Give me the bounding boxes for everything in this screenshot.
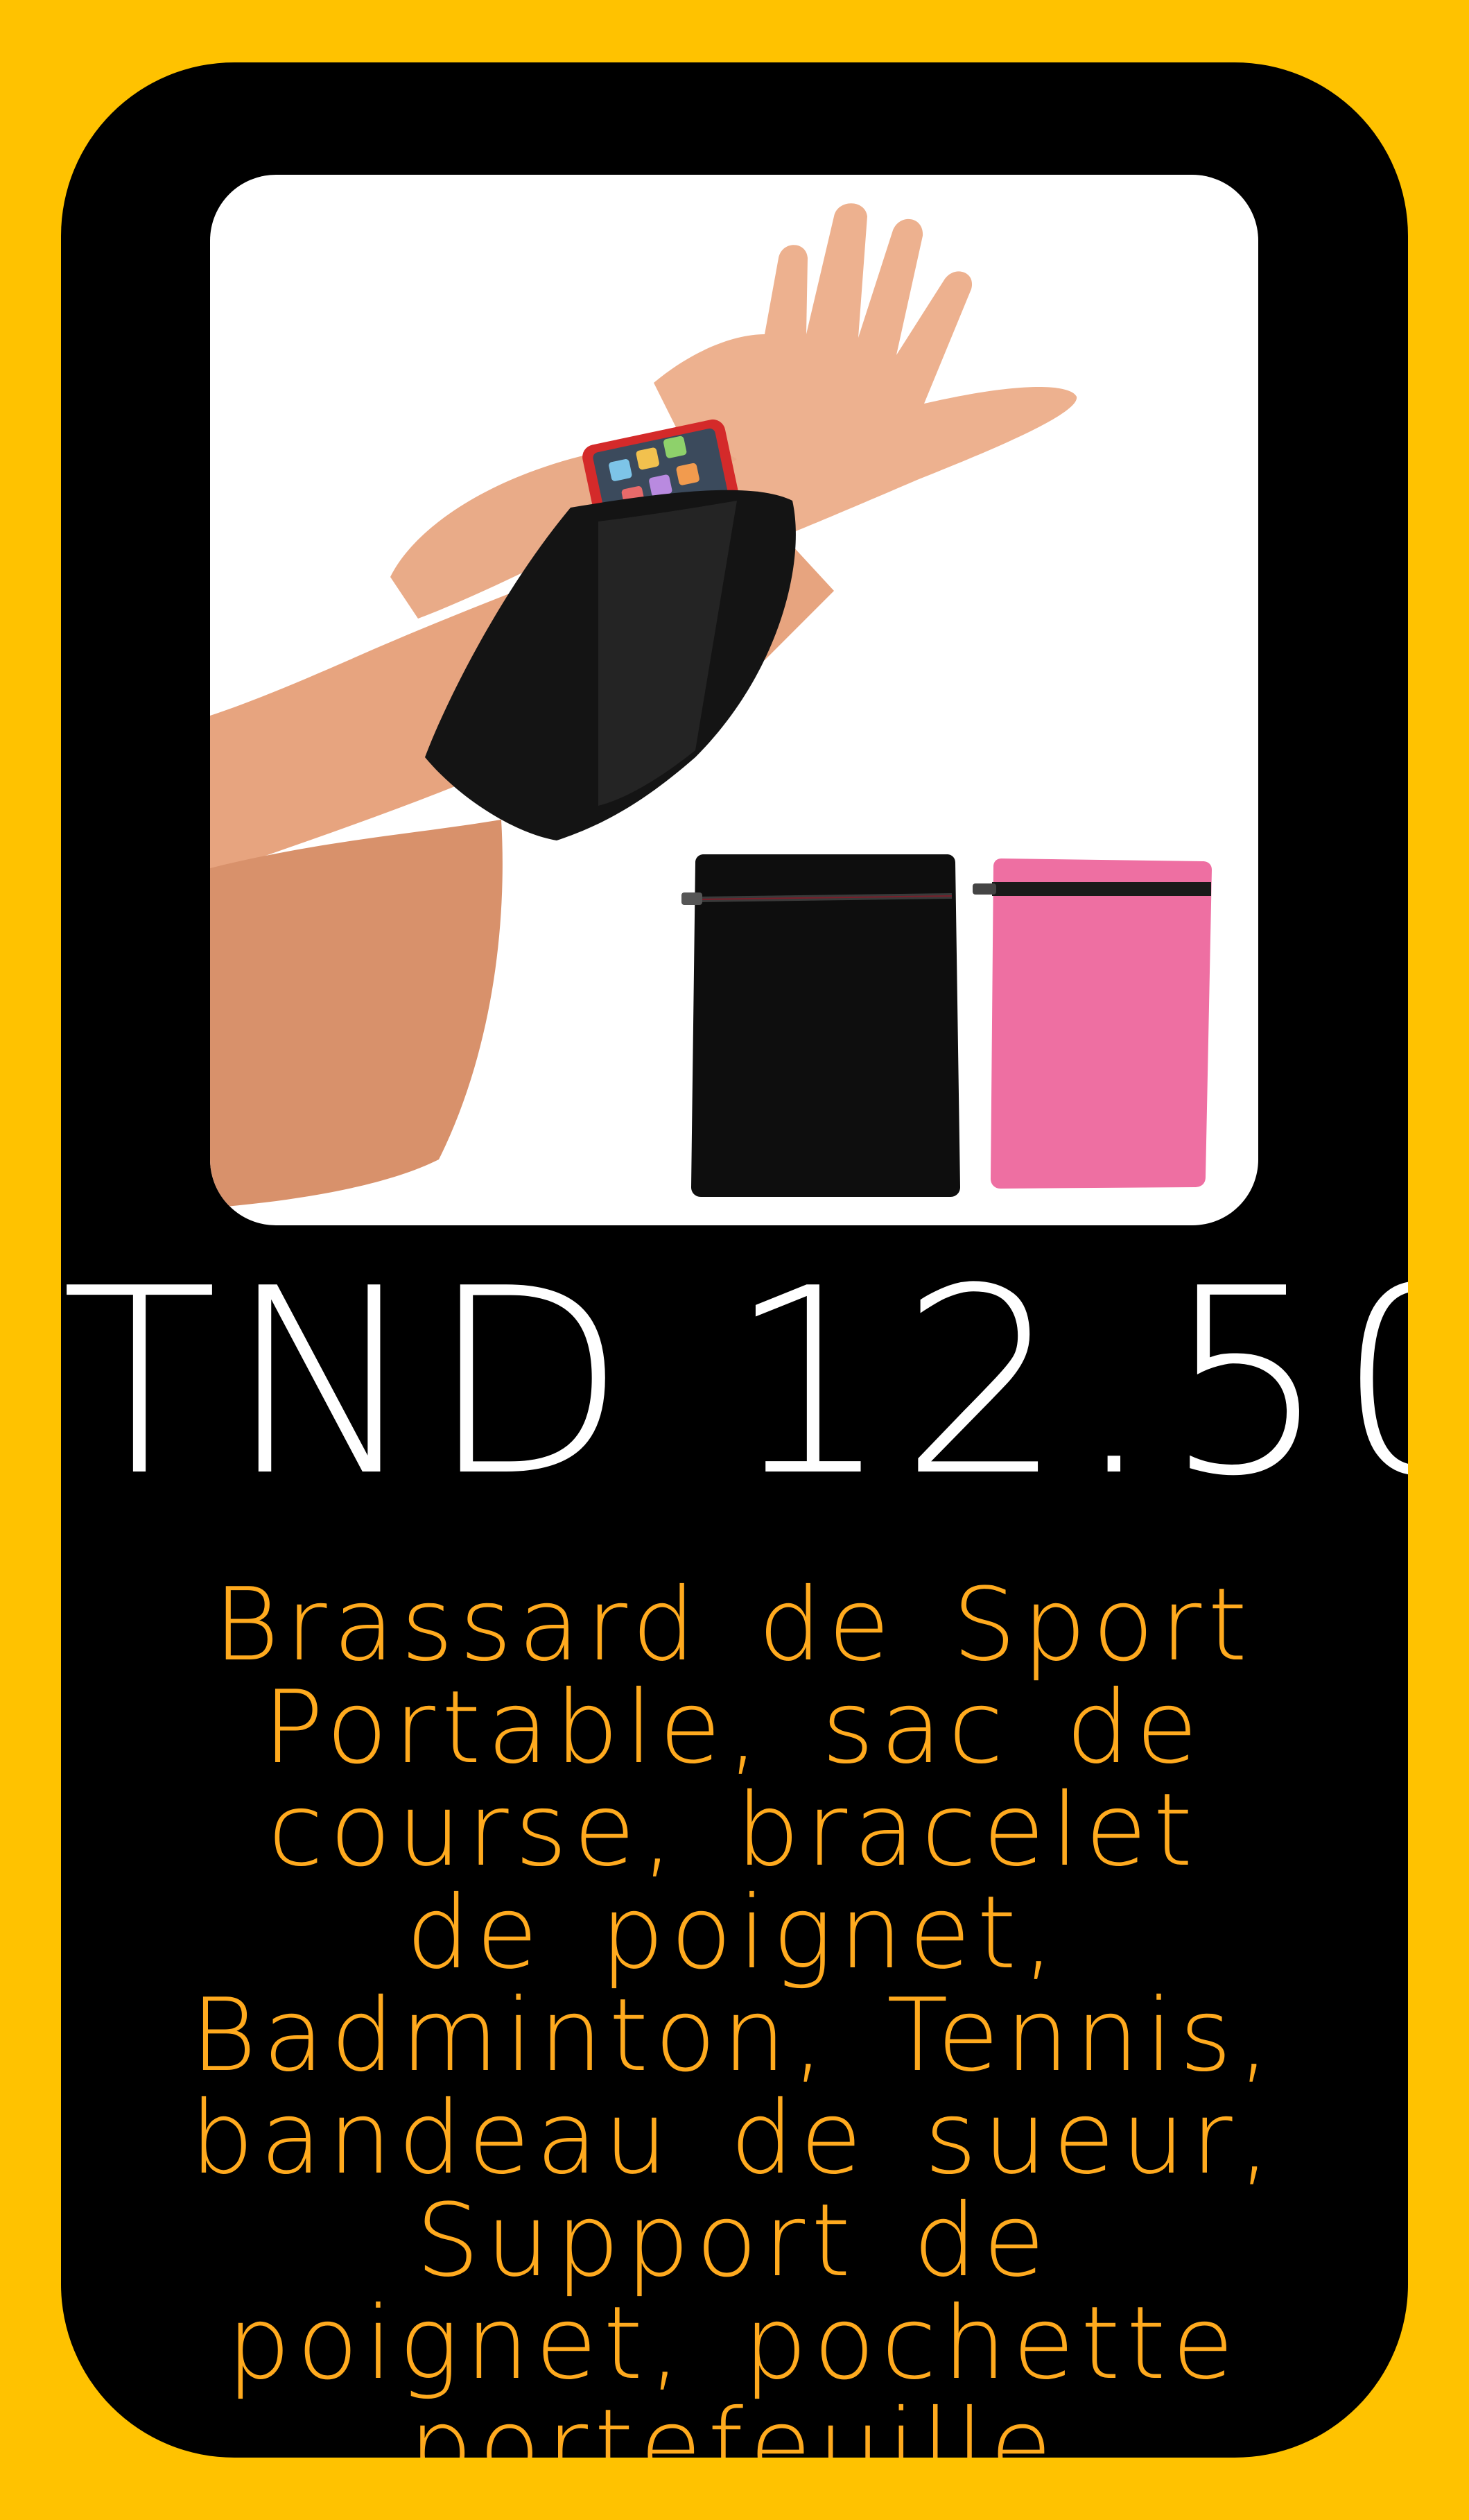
- wrist-pouch-illustration: [210, 203, 1212, 1208]
- product-frame: TND 12.50 Brassard de Sport Portable, sa…: [0, 0, 1469, 2520]
- product-card[interactable]: TND 12.50 Brassard de Sport Portable, sa…: [61, 62, 1408, 2458]
- upper-arm: [210, 820, 503, 1208]
- pink-pouch-icon: [973, 858, 1212, 1189]
- black-pouch-icon: [681, 854, 960, 1197]
- product-title[interactable]: Brassard de Sport Portable, sac de cours…: [179, 1574, 1288, 2458]
- product-price: TND 12.50: [61, 1234, 1408, 1533]
- product-image[interactable]: [210, 175, 1258, 1225]
